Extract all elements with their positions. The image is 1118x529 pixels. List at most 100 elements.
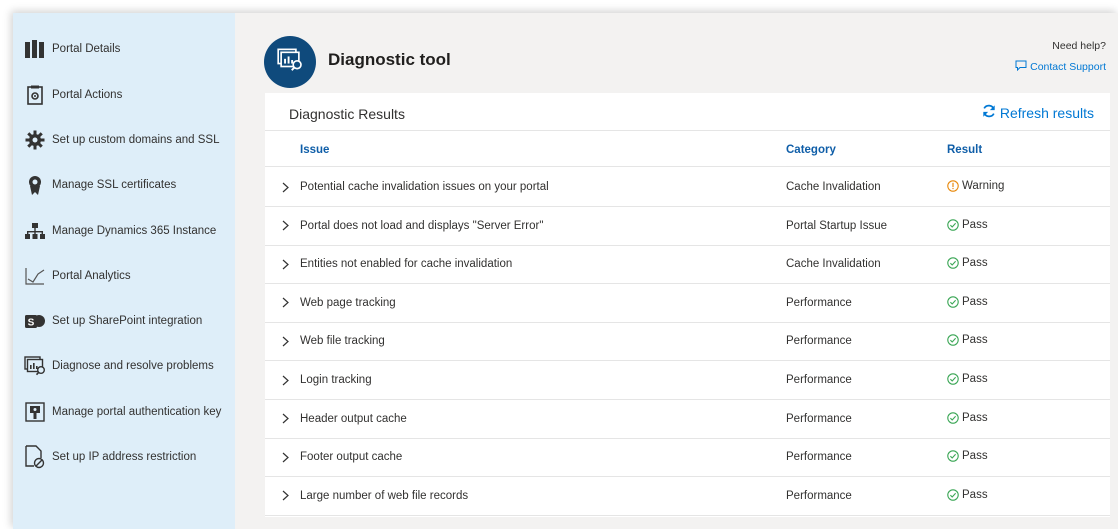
result-label: Pass: [962, 334, 988, 347]
table-row[interactable]: Potential cache invalidation issues on y…: [265, 168, 1110, 207]
chevron-right-icon[interactable]: [279, 257, 291, 271]
page-title: Diagnostic tool: [328, 50, 451, 69]
svg-text:S: S: [28, 318, 35, 329]
sidebar-item-sharepoint[interactable]: S Set up SharePoint integration: [13, 301, 235, 341]
category-cell: Performance: [786, 489, 852, 502]
result-cell: Pass: [947, 257, 988, 269]
result-cell: Pass: [947, 334, 988, 346]
result-label: Warning: [962, 180, 1005, 192]
sidebar-item-ip-restriction[interactable]: Set up IP address restriction: [13, 437, 235, 477]
sidebar-item-custom-domains[interactable]: Set up custom domains and SSL: [13, 120, 235, 160]
line-chart-icon: [23, 264, 47, 288]
issue-cell: Portal does not load and displays "Serve…: [300, 219, 544, 232]
table-row[interactable]: Login tracking Performance Pass: [265, 361, 1110, 400]
portal-actions-icon: [23, 83, 47, 107]
check-circle-icon: [947, 373, 959, 385]
category-cell: Performance: [786, 296, 852, 309]
diagnostic-results-card: Diagnostic Results Refresh results Issue…: [265, 93, 1110, 517]
results-title: Diagnostic Results: [289, 106, 405, 122]
result-label: Pass: [962, 218, 988, 231]
refresh-results-button[interactable]: Refresh results: [982, 104, 1094, 121]
restricted-doc-icon: [23, 445, 47, 469]
chevron-right-icon[interactable]: [279, 489, 291, 503]
table-header: Issue Category Result: [265, 131, 1110, 167]
table-row[interactable]: Web page tracking Performance Pass: [265, 284, 1110, 323]
issue-cell: Header output cache: [300, 412, 407, 425]
chevron-right-icon[interactable]: [279, 334, 291, 348]
diagnostic-icon: [277, 48, 303, 77]
sidebar-item-label: Manage Dynamics 365 Instance: [52, 225, 217, 237]
chat-icon: [1015, 60, 1027, 74]
sidebar-item-label: Set up IP address restriction: [52, 451, 197, 463]
column-header-category[interactable]: Category: [786, 144, 836, 156]
help-text: Need help?: [1052, 40, 1106, 52]
sidebar-item-label: Diagnose and resolve problems: [52, 360, 214, 372]
check-circle-icon: [947, 296, 959, 308]
chevron-right-icon[interactable]: [279, 412, 291, 426]
portal-details-icon: [23, 37, 47, 61]
table-row[interactable]: Large number of web file records Performa…: [265, 477, 1110, 516]
refresh-results-label: Refresh results: [999, 104, 1094, 121]
diagnostic-tool-badge: [264, 36, 316, 88]
result-cell: Pass: [947, 489, 988, 501]
table-row[interactable]: Web file tracking Performance Pass: [265, 322, 1110, 362]
sharepoint-icon: S: [23, 309, 47, 333]
check-circle-icon: [947, 489, 959, 501]
check-circle-icon: [947, 257, 959, 269]
category-cell: Portal Startup Issue: [786, 219, 887, 232]
main-content: Diagnostic tool Need help? Contact Suppo…: [235, 13, 1118, 529]
category-cell: Cache Invalidation: [786, 181, 881, 193]
check-circle-icon: [947, 334, 959, 347]
result-cell: Pass: [947, 296, 988, 308]
check-circle-icon: [947, 411, 959, 424]
chevron-right-icon[interactable]: [279, 373, 291, 387]
issue-cell: Entities not enabled for cache invalidat…: [300, 258, 513, 271]
refresh-icon: [982, 104, 996, 121]
column-header-result[interactable]: Result: [947, 144, 982, 156]
result-label: Pass: [962, 488, 988, 501]
sidebar-item-portal-details[interactable]: Portal Details: [13, 29, 235, 69]
sidebar-item-auth-key[interactable]: Manage portal authentication key: [13, 392, 235, 432]
card-header: Diagnostic Results Refresh results: [265, 93, 1110, 131]
issue-cell: Web file tracking: [300, 335, 385, 348]
issue-cell: Web page tracking: [300, 296, 396, 309]
warning-icon: [947, 180, 959, 192]
issue-cell: Login tracking: [300, 374, 372, 386]
result-label: Pass: [962, 373, 988, 385]
result-label: Pass: [962, 295, 988, 308]
table-row[interactable]: Footer output cache Performance Pass: [265, 438, 1110, 478]
issue-cell: Potential cache invalidation issues on y…: [300, 181, 549, 193]
column-header-issue[interactable]: Issue: [300, 144, 329, 156]
result-label: Pass: [962, 450, 988, 463]
chevron-right-icon[interactable]: [279, 450, 291, 464]
table-row[interactable]: Portal does not load and displays "Serve…: [265, 207, 1110, 246]
sidebar-item-portal-actions[interactable]: Portal Actions: [13, 75, 235, 115]
result-cell: Pass: [947, 373, 988, 385]
sidebar-item-portal-analytics[interactable]: Portal Analytics: [13, 256, 235, 296]
sidebar-item-ssl-certificates[interactable]: Manage SSL certificates: [13, 165, 235, 205]
check-circle-icon: [947, 450, 959, 462]
result-cell: Pass: [947, 450, 988, 462]
result-cell: Pass: [947, 412, 988, 424]
chevron-right-icon[interactable]: [279, 219, 291, 233]
chevron-right-icon[interactable]: [279, 296, 291, 310]
table-row[interactable]: Header output cache Performance Pass: [265, 400, 1110, 439]
category-cell: Performance: [786, 374, 852, 386]
sidebar-item-label: Portal Actions: [52, 89, 123, 101]
gear-icon: [23, 128, 47, 152]
category-cell: Performance: [786, 451, 852, 464]
table-row[interactable]: Entities not enabled for cache invalidat…: [265, 245, 1110, 285]
chevron-right-icon[interactable]: [279, 180, 291, 194]
contact-support-link[interactable]: Contact Support: [1015, 60, 1106, 74]
result-label: Pass: [962, 257, 988, 270]
category-cell: Cache Invalidation: [786, 258, 881, 271]
sidebar-item-diagnose[interactable]: Diagnose and resolve problems: [13, 346, 235, 386]
sidebar-item-label: Set up SharePoint integration: [52, 315, 203, 327]
sidebar-item-label: Set up custom domains and SSL: [52, 134, 220, 146]
sidebar-item-label: Portal Details: [52, 43, 121, 55]
result-label: Pass: [962, 411, 988, 424]
result-cell: Pass: [947, 219, 988, 231]
hierarchy-icon: [23, 219, 47, 243]
result-cell: Warning: [947, 180, 1004, 192]
sidebar-item-dynamics-instance[interactable]: Manage Dynamics 365 Instance: [13, 211, 235, 251]
